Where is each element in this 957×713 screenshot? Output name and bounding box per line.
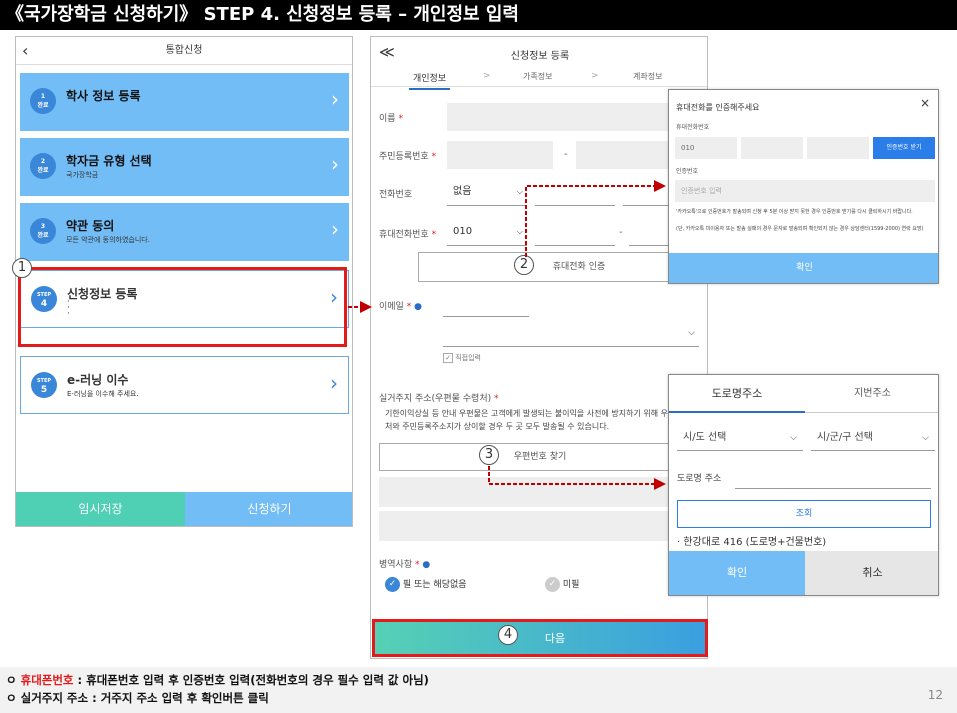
footer-note-2: ㅇ 실거주지 주소 : 거주지 주소 입력 후 확인버튼 클릭: [6, 691, 269, 705]
footer-note-1: ㅇ 휴대폰번호 : 휴대폰번호 입력 후 인증번호 입력(전화번호의 경우 필수…: [6, 673, 429, 687]
arrow-verify-to-auth: [525, 180, 666, 257]
page-number: 12: [927, 688, 943, 702]
arrow-zip-to-address: [488, 466, 666, 490]
connector-arrows: [348, 180, 666, 490]
